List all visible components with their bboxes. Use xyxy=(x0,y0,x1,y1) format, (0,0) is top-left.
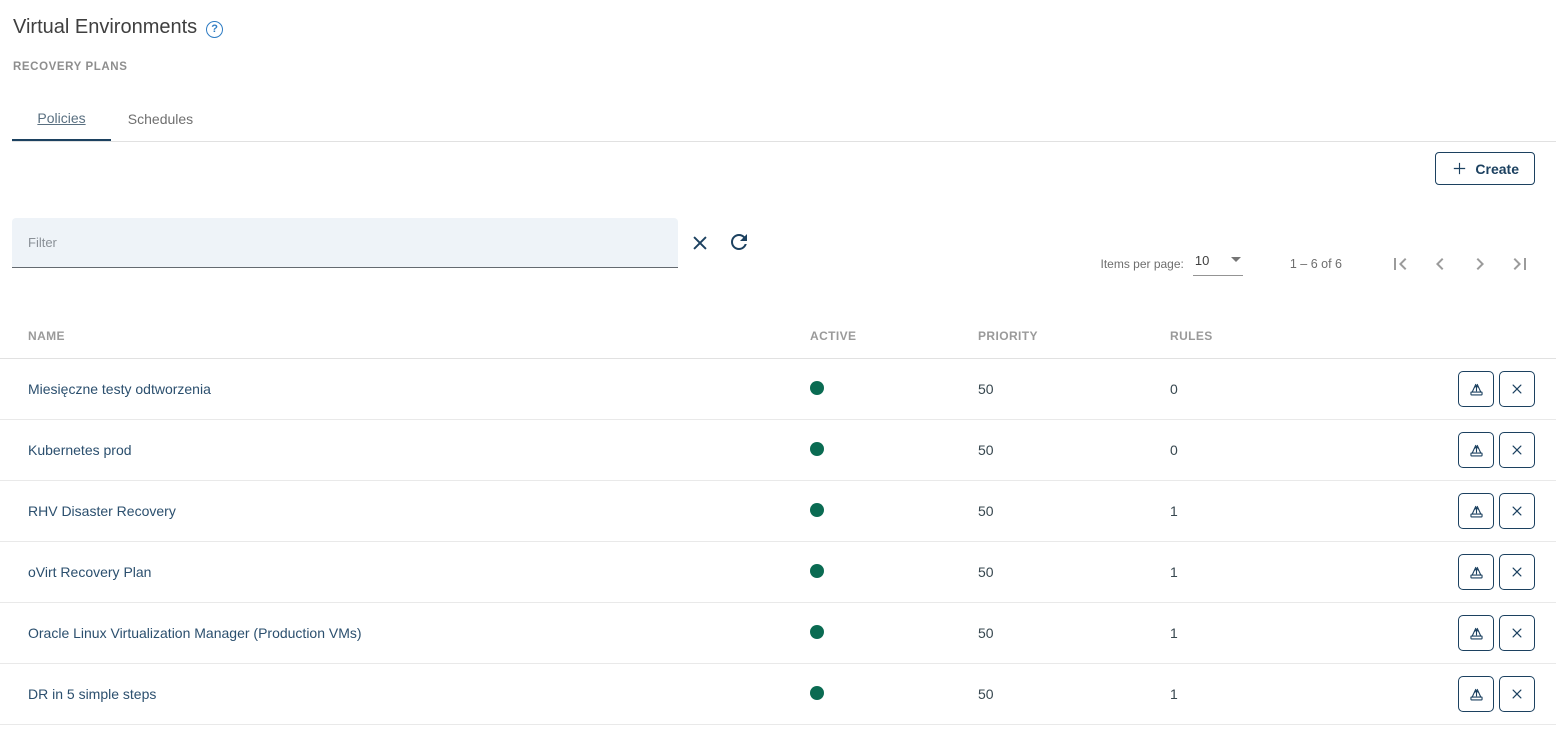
policy-name-link[interactable]: DR in 5 simple steps xyxy=(28,686,156,702)
priority-value: 50 xyxy=(978,686,1170,702)
plus-icon xyxy=(1451,160,1468,177)
policy-name-link[interactable]: Oracle Linux Virtualization Manager (Pro… xyxy=(28,625,362,641)
page-range-label: 1 – 6 of 6 xyxy=(1290,257,1342,271)
column-header-name: NAME xyxy=(0,329,810,343)
restore-button[interactable] xyxy=(1458,493,1494,529)
section-subtitle: RECOVERY PLANS xyxy=(13,61,1556,73)
items-per-page-select[interactable]: 10 xyxy=(1193,253,1243,276)
active-status-dot xyxy=(810,564,824,578)
table-row: DR in 5 simple steps 50 1 xyxy=(0,664,1556,725)
restore-icon xyxy=(1467,624,1486,643)
page-title: Virtual Environments xyxy=(13,16,197,39)
rules-value: 1 xyxy=(1170,503,1370,519)
column-header-priority: PRIORITY xyxy=(978,329,1170,343)
close-icon xyxy=(1508,441,1526,459)
table-row: RHV Disaster Recovery 50 1 xyxy=(0,481,1556,542)
paginator: Items per page: 10 1 – 6 of 6 xyxy=(1100,252,1532,276)
restore-button[interactable] xyxy=(1458,371,1494,407)
delete-button[interactable] xyxy=(1499,432,1535,468)
active-status-dot xyxy=(810,442,824,456)
caret-down-icon xyxy=(1231,257,1241,262)
restore-button[interactable] xyxy=(1458,554,1494,590)
priority-value: 50 xyxy=(978,564,1170,580)
policy-name-link[interactable]: Miesięczne testy odtworzenia xyxy=(28,381,211,397)
restore-button[interactable] xyxy=(1458,615,1494,651)
column-header-active: ACTIVE xyxy=(810,329,978,343)
restore-icon xyxy=(1467,502,1486,521)
table-row: oVirt Recovery Plan 50 1 xyxy=(0,542,1556,603)
column-header-rules: RULES xyxy=(1170,329,1370,343)
create-button[interactable]: Create xyxy=(1435,152,1535,185)
items-per-page-value: 10 xyxy=(1195,253,1209,268)
delete-button[interactable] xyxy=(1499,676,1535,712)
delete-button[interactable] xyxy=(1499,615,1535,651)
create-toolbar: Create xyxy=(0,142,1556,218)
close-icon xyxy=(1508,380,1526,398)
create-button-label: Create xyxy=(1475,161,1519,177)
help-icon[interactable]: ? xyxy=(206,21,223,38)
tab-policies[interactable]: Policies xyxy=(12,96,111,141)
tab-schedules[interactable]: Schedules xyxy=(111,96,210,141)
table-row: Kubernetes prod 50 0 xyxy=(0,420,1556,481)
restore-icon xyxy=(1467,380,1486,399)
table-body: Miesięczne testy odtworzenia 50 0 xyxy=(0,359,1556,725)
last-page-icon xyxy=(1508,252,1532,276)
priority-value: 50 xyxy=(978,625,1170,641)
policy-name-link[interactable]: oVirt Recovery Plan xyxy=(28,564,151,580)
rules-value: 1 xyxy=(1170,564,1370,580)
restore-button[interactable] xyxy=(1458,676,1494,712)
policy-name-link[interactable]: RHV Disaster Recovery xyxy=(28,503,176,519)
items-per-page-label: Items per page: xyxy=(1100,257,1183,271)
clear-filter-button[interactable] xyxy=(687,231,713,257)
close-icon xyxy=(1508,563,1526,581)
priority-value: 50 xyxy=(978,381,1170,397)
previous-page-button[interactable] xyxy=(1428,252,1452,276)
first-page-icon xyxy=(1388,252,1412,276)
restore-icon xyxy=(1467,563,1486,582)
virtual-environments-page: Virtual Environments ? RECOVERY PLANS Po… xyxy=(0,0,1556,748)
pager-nav xyxy=(1372,252,1532,276)
refresh-icon xyxy=(727,230,751,257)
active-status-dot xyxy=(810,625,824,639)
rules-value: 0 xyxy=(1170,442,1370,458)
delete-button[interactable] xyxy=(1499,493,1535,529)
active-status-dot xyxy=(810,503,824,517)
rules-value: 1 xyxy=(1170,686,1370,702)
close-icon xyxy=(689,232,711,257)
delete-button[interactable] xyxy=(1499,554,1535,590)
filter-field xyxy=(12,218,678,268)
rules-value: 0 xyxy=(1170,381,1370,397)
last-page-button[interactable] xyxy=(1508,252,1532,276)
active-status-dot xyxy=(810,686,824,700)
rules-value: 1 xyxy=(1170,625,1370,641)
restore-icon xyxy=(1467,441,1486,460)
close-icon xyxy=(1508,685,1526,703)
page-header: Virtual Environments ? xyxy=(0,0,1556,39)
priority-value: 50 xyxy=(978,442,1170,458)
restore-icon xyxy=(1467,685,1486,704)
delete-button[interactable] xyxy=(1499,371,1535,407)
chevron-left-icon xyxy=(1428,252,1452,276)
table-row: Miesięczne testy odtworzenia 50 0 xyxy=(0,359,1556,420)
tab-bar: Policies Schedules xyxy=(12,96,1556,142)
next-page-button[interactable] xyxy=(1468,252,1492,276)
restore-button[interactable] xyxy=(1458,432,1494,468)
close-icon xyxy=(1508,624,1526,642)
active-status-dot xyxy=(810,381,824,395)
first-page-button[interactable] xyxy=(1388,252,1412,276)
priority-value: 50 xyxy=(978,503,1170,519)
chevron-right-icon xyxy=(1468,252,1492,276)
table-header: NAME ACTIVE PRIORITY RULES xyxy=(0,313,1556,359)
table-row: Oracle Linux Virtualization Manager (Pro… xyxy=(0,603,1556,664)
refresh-button[interactable] xyxy=(726,230,752,256)
close-icon xyxy=(1508,502,1526,520)
filter-pagination-row: Items per page: 10 1 – 6 of 6 xyxy=(0,218,1556,276)
policy-name-link[interactable]: Kubernetes prod xyxy=(28,442,132,458)
filter-input[interactable] xyxy=(12,218,678,267)
